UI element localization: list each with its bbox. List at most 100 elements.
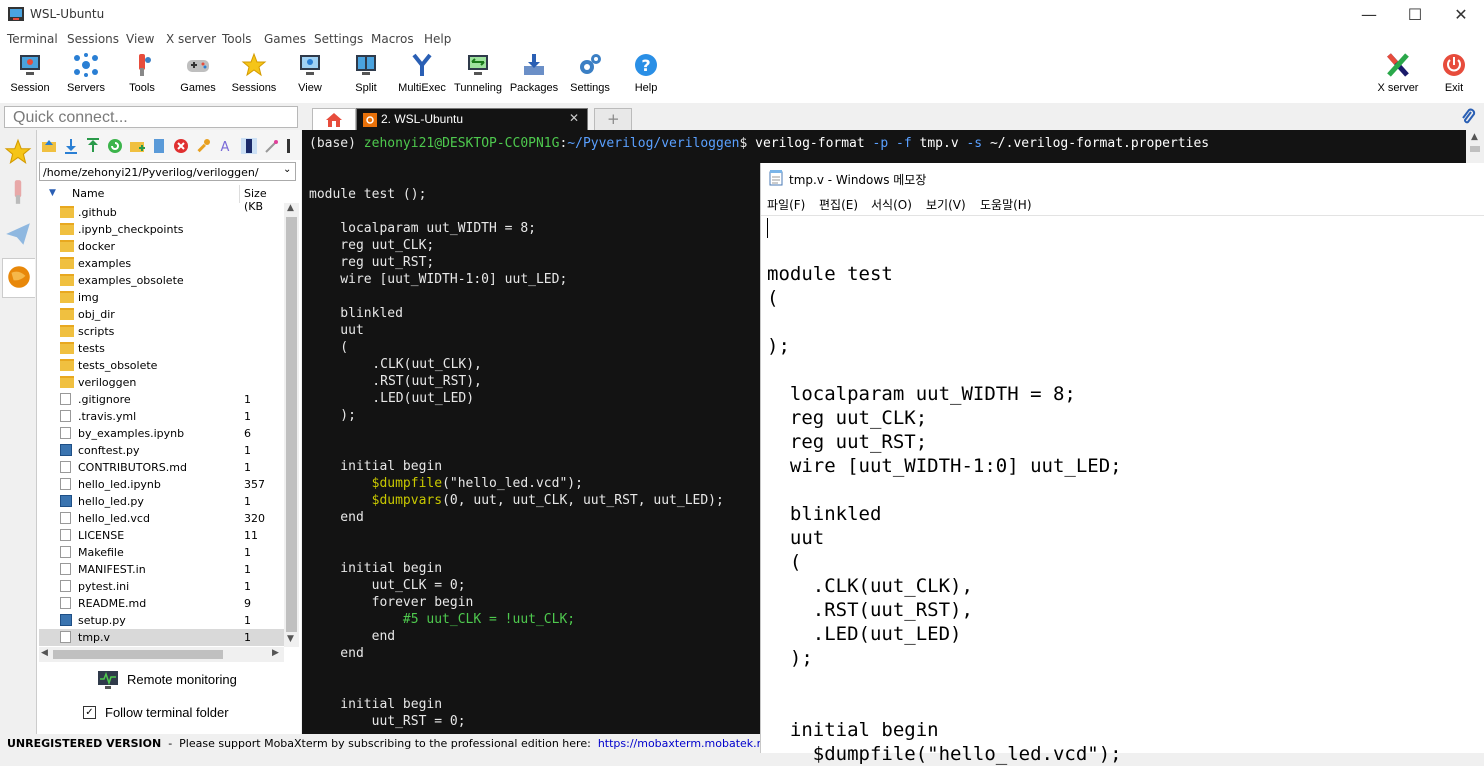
title-bar: WSL-Ubuntu — ☐ ✕ [0, 0, 1484, 30]
folder-row[interactable]: img [39, 289, 286, 306]
folder-row[interactable]: docker [39, 238, 286, 255]
menu-macros[interactable]: Macros [371, 32, 414, 46]
menu-help[interactable]: 도움말(H) [980, 196, 1032, 213]
magic-wand-icon[interactable] [263, 138, 279, 154]
text-icon[interactable]: A [217, 138, 233, 154]
quick-connect-input[interactable]: Quick connect... [4, 106, 298, 128]
folder-row[interactable]: veriloggen [39, 374, 286, 391]
scroll-thumb[interactable] [286, 217, 297, 632]
menu-tools[interactable]: Tools [222, 32, 252, 46]
sessions-side-tab[interactable] [2, 134, 34, 172]
column-name[interactable]: Name [72, 187, 104, 200]
folder-row[interactable]: obj_dir [39, 306, 286, 323]
file-list: .github .ipynb_checkpoints docker examples e… [39, 204, 286, 646]
chevron-down-icon[interactable]: ⌄ [283, 164, 291, 175]
file-row[interactable]: .gitignore 1 [39, 391, 286, 408]
file-icon [60, 393, 71, 405]
file-row[interactable]: LICENSE 11 [39, 527, 286, 544]
menu-view[interactable]: View [126, 32, 154, 46]
sftp-side-tab[interactable] [2, 258, 35, 298]
file-row[interactable]: README.md 9 [39, 595, 286, 612]
folder-row[interactable]: scripts [39, 323, 286, 340]
terminal-follow-icon[interactable] [241, 138, 257, 154]
folder-up-icon[interactable] [41, 138, 57, 154]
file-row[interactable]: hello_led.ipynb 357 [39, 476, 286, 493]
file-row[interactable]: tmp.v 1 [39, 629, 286, 646]
menu-sessions[interactable]: Sessions [67, 32, 119, 46]
file-row[interactable]: setup.py 1 [39, 612, 286, 629]
games-button[interactable]: Games [170, 52, 226, 100]
file-list-hscrollbar[interactable]: ◀ ▶ [39, 647, 284, 662]
delete-icon[interactable] [173, 138, 189, 154]
tools-button[interactable]: Tools [114, 52, 170, 100]
scroll-up-icon[interactable]: ▲ [1471, 132, 1478, 142]
packages-button[interactable]: Packages [506, 52, 562, 100]
split-button[interactable]: Split [338, 52, 394, 100]
folder-row[interactable]: examples [39, 255, 286, 272]
menu-view[interactable]: 보기(V) [926, 196, 966, 213]
view-button[interactable]: View [282, 52, 338, 100]
notepad-text-area[interactable]: module test ( ); localparam uut_WIDTH = … [761, 216, 1484, 765]
upload-icon[interactable] [85, 138, 101, 154]
menu-settings[interactable]: Settings [314, 32, 363, 46]
hscroll-thumb[interactable] [53, 650, 223, 659]
file-row[interactable]: by_examples.ipynb 6 [39, 425, 286, 442]
minimize-button[interactable]: — [1346, 0, 1392, 30]
scroll-left-icon[interactable]: ◀ [41, 648, 48, 658]
menu-terminal[interactable]: Terminal [7, 32, 58, 46]
menu-xserver[interactable]: X server [166, 32, 216, 46]
scroll-right-icon[interactable]: ▶ [272, 648, 279, 658]
servers-button[interactable]: Servers [58, 52, 114, 100]
file-row[interactable]: MANIFEST.in 1 [39, 561, 286, 578]
file-row[interactable]: .travis.yml 1 [39, 408, 286, 425]
home-tab[interactable] [312, 108, 356, 131]
folder-row[interactable]: tests_obsolete [39, 357, 286, 374]
file-row[interactable]: hello_led.py 1 [39, 493, 286, 510]
scroll-thumb[interactable] [1470, 146, 1480, 152]
file-list-vscrollbar[interactable]: ▲ ▼ [284, 203, 299, 647]
macros-side-tab[interactable] [2, 216, 34, 254]
close-tab-icon[interactable]: ✕ [569, 111, 579, 125]
tunneling-button[interactable]: Tunneling [450, 52, 506, 100]
maximize-button[interactable]: ☐ [1392, 0, 1438, 30]
menu-games[interactable]: Games [264, 32, 306, 46]
toolbar-overflow[interactable] [287, 139, 290, 153]
refresh-icon[interactable] [107, 138, 123, 154]
menu-help[interactable]: Help [424, 32, 451, 46]
folder-row[interactable]: .ipynb_checkpoints [39, 221, 286, 238]
new-folder-icon[interactable] [129, 138, 145, 154]
wrench-icon[interactable] [195, 138, 211, 154]
menu-format[interactable]: 서식(O) [871, 196, 912, 213]
checkbox-checked-icon[interactable]: ✓ [83, 706, 96, 719]
file-row[interactable]: CONTRIBUTORS.md 1 [39, 459, 286, 476]
paperclip-icon[interactable] [1460, 108, 1476, 126]
file-row[interactable]: Makefile 1 [39, 544, 286, 561]
menu-file[interactable]: 파일(F) [767, 196, 805, 213]
folder-row[interactable]: examples_obsolete [39, 272, 286, 289]
new-tab-button[interactable]: + [594, 108, 632, 131]
sessions-button[interactable]: Sessions [226, 52, 282, 100]
folder-row[interactable]: .github [39, 204, 286, 221]
sort-arrow-icon[interactable]: ▼ [49, 188, 56, 198]
multiexec-button[interactable]: MultiExec [394, 52, 450, 100]
tools-side-tab[interactable] [2, 174, 34, 212]
new-file-icon[interactable] [151, 138, 167, 154]
scroll-down-icon[interactable]: ▼ [287, 634, 294, 644]
view-icon [300, 55, 320, 75]
menu-edit[interactable]: 편집(E) [819, 196, 858, 213]
folder-row[interactable]: tests [39, 340, 286, 357]
scroll-up-icon[interactable]: ▲ [287, 203, 294, 213]
path-input[interactable]: /home/zehonyi21/Pyverilog/veriloggen/ [39, 162, 296, 181]
tab-wsl-ubuntu[interactable]: 2. WSL-Ubuntu ✕ [356, 108, 588, 131]
file-row[interactable]: hello_led.vcd 320 [39, 510, 286, 527]
mobaxterm-link[interactable]: https://mobaxterm.mobatek.net [598, 737, 760, 750]
exit-button[interactable]: Exit [1426, 52, 1482, 100]
xserver-button[interactable]: X server [1370, 52, 1426, 100]
help-button[interactable]: ? Help [618, 52, 674, 100]
close-button[interactable]: ✕ [1438, 0, 1484, 30]
file-row[interactable]: pytest.ini 1 [39, 578, 286, 595]
session-button[interactable]: Session [2, 52, 58, 100]
settings-button[interactable]: Settings [562, 52, 618, 100]
file-row[interactable]: conftest.py 1 [39, 442, 286, 459]
download-icon[interactable] [63, 138, 79, 154]
